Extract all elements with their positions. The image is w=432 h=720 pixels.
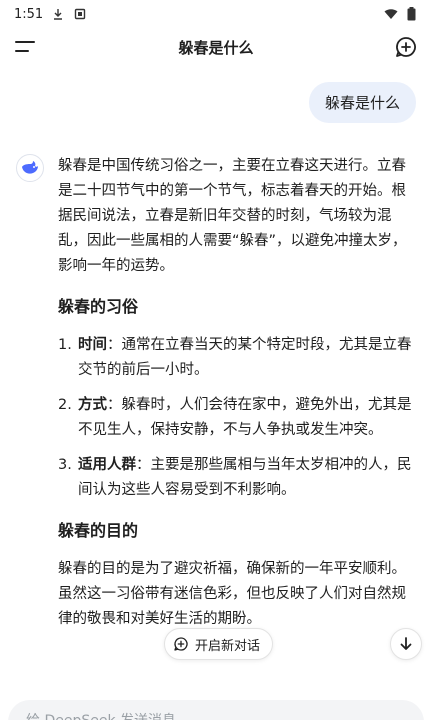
new-chat-icon — [396, 37, 416, 57]
wifi-icon — [384, 7, 398, 21]
section-heading-purpose: 躲春的目的 — [58, 521, 139, 540]
list-item: 3. 适用人群：主要是那些属相与当年太岁相冲的人，民间认为这些人容易受到不利影响。 — [58, 453, 416, 503]
message-input[interactable]: 给 DeepSeek 发送消息 — [8, 700, 424, 720]
list-term: 适用人群 — [78, 457, 136, 473]
list-number: 2. — [58, 397, 72, 413]
new-chat-button[interactable] — [394, 35, 418, 59]
customs-list: 1. 时间：通常在立春当天的某个特定时段，尤其是立春交节的前后一小时。 2. 方式：… — [58, 333, 416, 503]
intro-paragraph: 躲春是中国传统习俗之一，主要在立春这天进行。立春是二十四节气中的第一个节气，标志… — [58, 158, 407, 274]
list-text: ：躲春时，人们会待在家中，避免外出，尤其是不见生人，保持安静，不与人争执或发生冲… — [78, 397, 412, 438]
new-dialog-label: 开启新对话 — [195, 638, 261, 654]
assistant-avatar — [16, 154, 44, 182]
list-number: 3. — [58, 457, 72, 473]
scroll-down-button[interactable] — [390, 628, 422, 660]
chat-area[interactable]: 躲春是什么 躲春是中国传统习俗之一，主要在立春这天进行。立春是二十四节气中的第一… — [0, 66, 432, 720]
new-chat-icon — [174, 637, 188, 651]
purpose-paragraph: 躲春的目的是为了避灾祈福，确保新的一年平安顺利。虽然这一习俗带有迷信色彩，但也反… — [58, 561, 406, 627]
status-time: 1:51 — [14, 6, 44, 22]
whale-icon — [22, 161, 38, 174]
menu-icon — [15, 41, 35, 52]
user-message-bubble[interactable]: 躲春是什么 — [308, 82, 416, 123]
status-bar: 1:51 — [0, 0, 432, 28]
arrow-down-icon — [400, 637, 412, 650]
list-number: 1. — [58, 337, 72, 353]
new-dialog-button[interactable]: 开启新对话 — [164, 628, 274, 660]
section-heading-customs: 躲春的习俗 — [58, 297, 139, 316]
list-term: 方式 — [78, 397, 107, 413]
notification-icon — [73, 7, 87, 21]
app-header: 躲春是什么 — [0, 28, 432, 66]
assistant-content: 躲春是中国传统习俗之一，主要在立春这天进行。立春是二十四节气中的第一个节气，标志… — [58, 154, 416, 632]
menu-button[interactable] — [14, 37, 38, 57]
list-text: ：通常在立春当天的某个特定时段，尤其是立春交节的前后一小时。 — [78, 337, 412, 378]
battery-icon — [404, 7, 418, 21]
user-message-row: 躲春是什么 — [308, 82, 416, 123]
download-icon — [51, 7, 65, 21]
list-item: 2. 方式：躲春时，人们会待在家中，避免外出，尤其是不见生人，保持安静，不与人争执… — [58, 393, 416, 443]
list-item: 1. 时间：通常在立春当天的某个特定时段，尤其是立春交节的前后一小时。 — [58, 333, 416, 383]
page-title: 躲春是什么 — [178, 38, 254, 57]
list-term: 时间 — [78, 337, 107, 353]
